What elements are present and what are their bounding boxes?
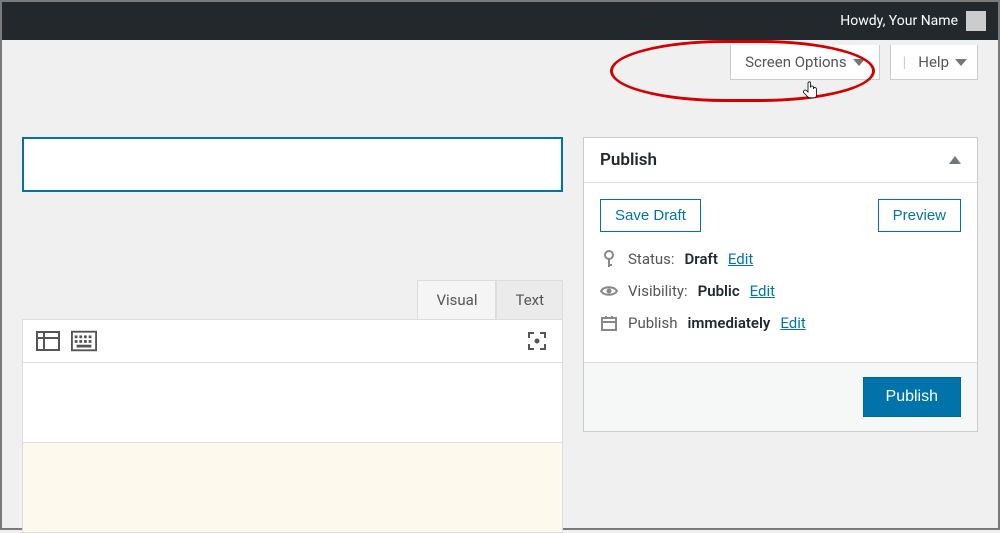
publish-box: Publish Save Draft Preview Status: Draft… [583, 137, 978, 432]
admin-bar: Howdy, Your Name [2, 2, 998, 40]
publish-body: Save Draft Preview Status: Draft Edit Vi… [584, 183, 977, 362]
post-title-input[interactable] [22, 137, 563, 192]
tab-visual[interactable]: Visual [417, 280, 496, 319]
fullscreen-icon[interactable] [524, 330, 550, 352]
chevron-down-icon [853, 59, 865, 66]
visibility-value: Public [698, 282, 740, 300]
greeting-text[interactable]: Howdy, Your Name [840, 13, 958, 29]
visibility-row: Visibility: Public Edit [600, 282, 961, 300]
editor-body[interactable] [22, 363, 563, 443]
chevron-down-icon [955, 59, 967, 66]
help-label: Help [918, 53, 949, 71]
publish-header: Publish [584, 138, 977, 183]
publish-title: Publish [600, 150, 657, 170]
schedule-value: immediately [687, 314, 770, 332]
edit-visibility-link[interactable]: Edit [750, 282, 775, 300]
schedule-row: Publish immediately Edit [600, 314, 961, 332]
avatar-icon[interactable] [966, 11, 986, 31]
publish-button[interactable]: Publish [863, 377, 961, 417]
calendar-icon [600, 315, 618, 331]
editor-tabs: Visual Text [22, 280, 563, 319]
status-value: Draft [685, 250, 718, 268]
divider: | [903, 53, 907, 71]
status-label: Status: [628, 250, 675, 268]
help-tab-wrap: | Help [890, 45, 978, 80]
main-column: Visual Text [22, 137, 563, 528]
key-icon [600, 250, 618, 268]
chevron-up-icon[interactable] [949, 156, 961, 164]
editor-toolbar [22, 319, 563, 363]
screen-options-label: Screen Options [745, 53, 847, 71]
screen-options-tab[interactable]: Screen Options [730, 45, 880, 80]
pointer-cursor-icon [802, 81, 818, 101]
editor-footer [22, 443, 563, 533]
side-column: Publish Save Draft Preview Status: Draft… [583, 137, 978, 528]
table-icon[interactable] [35, 330, 61, 352]
save-draft-button[interactable]: Save Draft [600, 199, 701, 232]
schedule-label: Publish [628, 314, 677, 332]
status-row: Status: Draft Edit [600, 250, 961, 268]
publish-footer: Publish [584, 362, 977, 431]
edit-status-link[interactable]: Edit [728, 250, 753, 268]
eye-icon [600, 284, 618, 298]
edit-schedule-link[interactable]: Edit [780, 314, 805, 332]
help-tab[interactable]: Help [916, 45, 969, 79]
content-area: Visual Text Publish [2, 137, 998, 528]
preview-button[interactable]: Preview [878, 199, 961, 232]
tab-text[interactable]: Text [496, 280, 563, 319]
keyboard-icon[interactable] [71, 330, 97, 352]
screen-meta-links: Screen Options | Help [730, 45, 978, 80]
visibility-label: Visibility: [628, 282, 688, 300]
